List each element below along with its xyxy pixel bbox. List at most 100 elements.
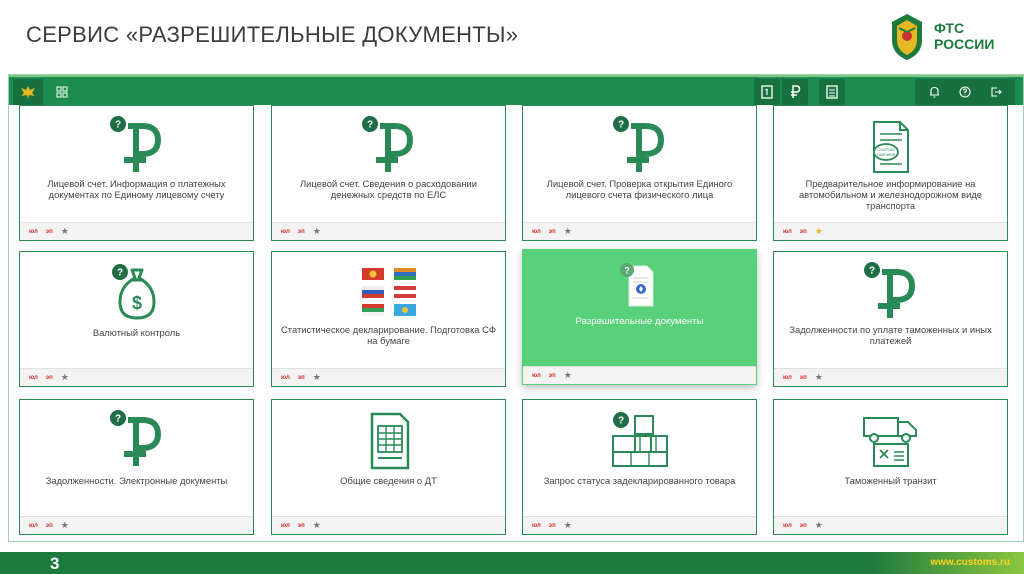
slide-title: СЕРВИС «РАЗРЕШИТЕЛЬНЫЕ ДОКУМЕНТЫ»	[26, 22, 519, 47]
tile-footer: юл эп ★	[523, 222, 756, 240]
svg-text:?: ?	[868, 266, 874, 277]
badge-signature: эп	[548, 228, 556, 235]
badge-signature: эп	[45, 374, 53, 381]
tile-label: Валютный контроль	[92, 327, 181, 338]
boxes-question-icon: ?	[611, 412, 668, 467]
tile-label: Общие сведения о ДТ	[340, 475, 437, 486]
tile-customs-debts[interactable]: ? Задолженности по уплате таможенных и и…	[773, 251, 1008, 387]
page-number: 3	[50, 554, 60, 573]
tile-label: Лицевой счет. Проверка открытия Единого …	[546, 178, 733, 200]
tile-statistical-declaration[interactable]: Статистическое декларирование. Подготовк…	[271, 251, 506, 387]
favorite-star-icon[interactable]: ★	[564, 226, 572, 237]
badge-legal-entity: юл	[281, 374, 290, 381]
badge-signature: эп	[548, 522, 556, 529]
tile-account-check-individual[interactable]: ? Лицевой счет. Проверка открытия Единог…	[522, 105, 757, 241]
tile-label: Запрос статуса задекларированного товара	[543, 475, 736, 486]
bell-icon[interactable]	[920, 86, 948, 98]
top-navbar	[9, 75, 1023, 105]
tile-footer: юл эп ★	[20, 368, 253, 386]
favorite-star-icon[interactable]: ★	[564, 370, 572, 381]
ruble-question-icon: ?	[109, 410, 161, 466]
spreadsheet-icon[interactable]	[819, 79, 845, 105]
tile-preliminary-info[interactable]: CUSTOM ТАМОЖНЯ Предварительное информиров…	[773, 105, 1008, 241]
badge-legal-entity: юл	[532, 228, 541, 235]
favorite-star-icon[interactable]: ★	[564, 520, 572, 531]
badge-signature: эп	[297, 228, 305, 235]
tile-label: Статистическое декларирование. Подготовк…	[281, 324, 496, 346]
help-icon[interactable]	[948, 86, 982, 98]
table-document-icon	[370, 412, 409, 470]
favorite-star-icon[interactable]: ★	[313, 372, 321, 383]
tile-dt-general-info[interactable]: Общие сведения о ДТ юл эп ★	[271, 399, 506, 535]
svg-text:$: $	[131, 293, 141, 313]
tile-footer: юл эп ★	[523, 516, 756, 534]
tile-label: Лицевой счет. Сведения о расходовании де…	[299, 178, 477, 200]
tile-footer: юл эп ★	[774, 368, 1007, 386]
tile-debts-e-documents[interactable]: ? Задолженности. Электронные документы ю…	[19, 399, 254, 535]
tile-label: Предварительное информирование на автомо…	[798, 178, 983, 211]
ruble-question-icon: ?	[612, 116, 664, 172]
fts-logo: ФТС РОССИИ	[886, 10, 994, 62]
badge-legal-entity: юл	[281, 228, 290, 235]
badge-signature: эп	[799, 228, 807, 235]
tile-footer: юл эп ★	[774, 222, 1007, 240]
tile-currency-control[interactable]: ? $ Валютный контроль юл эп ★	[19, 251, 254, 387]
svg-text:CUSTOM: CUSTOM	[877, 147, 894, 152]
ruble-question-icon: ?	[361, 116, 413, 172]
favorite-star-icon[interactable]: ★	[61, 226, 69, 237]
tile-customs-transit[interactable]: Таможенный транзит юл эп ★	[773, 399, 1008, 535]
tile-footer: юл эп ★	[774, 516, 1007, 534]
badge-legal-entity: юл	[783, 522, 792, 529]
favorite-star-icon[interactable]: ★	[313, 226, 321, 237]
tile-label: Таможенный транзит	[844, 475, 937, 486]
badge-legal-entity: юл	[532, 522, 541, 529]
grid-icon[interactable]	[49, 79, 75, 105]
favorite-star-icon[interactable]: ★	[61, 520, 69, 531]
tile-goods-status-request[interactable]: ? Запрос статуса задекларированного това…	[522, 399, 757, 535]
tile-footer: юл эп ★	[20, 222, 253, 240]
site-url: www.customs.ru	[930, 557, 1010, 568]
favorite-star-icon[interactable]: ★	[313, 520, 321, 531]
tile-label: Лицевой счет. Информация о платежных док…	[47, 178, 226, 200]
svg-text:?: ?	[617, 416, 623, 427]
logout-icon[interactable]	[982, 86, 1010, 98]
tile-account-payment-docs[interactable]: ? Лицевой счет. Информация о платежных д…	[19, 105, 254, 241]
ruble-question-icon: ?	[863, 262, 915, 318]
tile-footer: юл эп ★	[523, 366, 756, 384]
document-1-icon[interactable]	[754, 79, 780, 105]
eagle-emblem-icon[interactable]	[13, 79, 43, 105]
badge-signature: эп	[799, 374, 807, 381]
logo-line-1: ФТС	[934, 20, 965, 36]
fts-emblem-icon	[892, 14, 922, 60]
tile-label: Задолженности. Электронные документы	[45, 475, 228, 486]
svg-text:?: ?	[617, 120, 623, 131]
badge-legal-entity: юл	[29, 374, 38, 381]
favorite-star-icon[interactable]: ★	[815, 372, 823, 383]
badge-signature: эп	[45, 522, 53, 529]
favorite-star-icon[interactable]: ★	[61, 372, 69, 383]
badge-signature: эп	[799, 522, 807, 529]
tile-footer: юл эп ★	[20, 516, 253, 534]
svg-text:?: ?	[624, 266, 630, 276]
badge-legal-entity: юл	[783, 228, 792, 235]
svg-text:?: ?	[114, 120, 120, 131]
user-tools	[915, 79, 1015, 105]
badge-signature: эп	[297, 522, 305, 529]
tile-label: Задолженности по уплате таможенных и ины…	[789, 324, 992, 346]
tile-label: Разрешительные документы	[575, 316, 704, 327]
tile-account-spending[interactable]: ? Лицевой счет. Сведения о расходовании …	[271, 105, 506, 241]
truck-document-icon	[862, 417, 917, 467]
money-bag-icon: ?$	[111, 264, 155, 320]
badge-legal-entity: юл	[532, 372, 541, 379]
badge-legal-entity: юл	[29, 228, 38, 235]
logo-line-2: РОССИИ	[934, 36, 995, 52]
favorite-star-icon[interactable]: ★	[815, 520, 823, 531]
tile-permit-documents[interactable]: ? Разрешительные документы юл эп ★	[522, 249, 757, 385]
ruble-question-icon: ?	[109, 116, 161, 172]
ruble-icon[interactable]	[782, 79, 808, 105]
permit-document-icon: ?	[619, 263, 653, 307]
favorite-star-icon[interactable]: ★	[815, 226, 823, 237]
badge-signature: эп	[548, 372, 556, 379]
customs-declaration-icon: CUSTOMТАМОЖНЯ	[872, 121, 909, 173]
svg-text:?: ?	[114, 414, 120, 425]
